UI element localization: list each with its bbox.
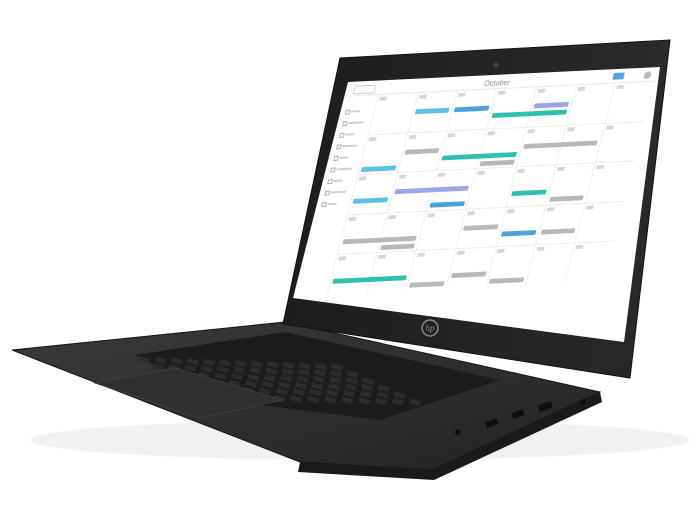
calendar-event[interactable] [450, 271, 487, 279]
audio-jack [580, 399, 586, 405]
day-number [338, 256, 347, 262]
day-number [437, 172, 446, 177]
sidebar-calendar-item[interactable] [330, 167, 352, 173]
sidebar-item-label [327, 202, 337, 206]
sidebar-calendar-item[interactable] [341, 120, 364, 127]
day-number [616, 84, 625, 90]
day-number [477, 170, 486, 176]
day-number [377, 254, 386, 260]
day-number [348, 216, 357, 221]
sidebar-calendar-item[interactable] [327, 178, 343, 185]
day-number [456, 251, 466, 256]
calendar-event[interactable] [404, 147, 440, 155]
calendar-event[interactable] [479, 159, 515, 166]
today-button[interactable]: · [352, 84, 377, 95]
day-number [427, 212, 436, 218]
calendar-event[interactable] [360, 165, 397, 172]
day-number [575, 245, 584, 250]
power-port [455, 429, 461, 435]
day-number [606, 124, 615, 130]
day-number [408, 134, 417, 139]
calendar-month-grid [327, 80, 656, 295]
calendar-event[interactable] [540, 227, 576, 235]
calendar-event[interactable] [463, 224, 499, 231]
calendar-event[interactable] [548, 195, 584, 203]
sidebar-calendar-item[interactable] [333, 155, 349, 161]
calendar-event[interactable] [352, 197, 388, 204]
view-switch-button[interactable] [612, 72, 625, 80]
sidebar-item-label [341, 144, 358, 148]
sidebar-item-label [336, 167, 352, 171]
day-number [536, 247, 545, 252]
day-number [378, 96, 388, 101]
day-number [418, 94, 427, 99]
calendar-event[interactable] [379, 243, 416, 250]
calendar-event[interactable] [409, 281, 445, 288]
avatar[interactable] [642, 71, 653, 80]
day-number [585, 205, 595, 210]
day-number [458, 92, 467, 97]
sidebar-item-label [333, 179, 343, 182]
day-number [497, 90, 506, 95]
calendar-event[interactable] [500, 229, 537, 237]
calendar-event[interactable] [533, 101, 569, 109]
day-number [596, 165, 605, 170]
grid-column-line [564, 82, 617, 283]
sidebar-calendar-item[interactable] [336, 144, 358, 150]
day-number [447, 132, 457, 137]
day-number [506, 209, 515, 214]
day-number [516, 168, 526, 174]
calendar-event[interactable] [488, 277, 524, 285]
calendar-event[interactable] [510, 189, 547, 197]
sidebar-calendar-item[interactable] [338, 132, 355, 138]
sidebar-item-label [330, 190, 347, 194]
sidebar-item-label [350, 110, 361, 113]
day-number [467, 210, 476, 216]
sidebar-calendar-item[interactable] [324, 190, 347, 196]
webcam [493, 62, 499, 68]
day-number [537, 88, 546, 93]
day-number [546, 207, 555, 212]
day-number [556, 166, 565, 172]
hp-logo-text: hp [426, 323, 436, 333]
day-number [368, 136, 377, 141]
day-number [527, 128, 536, 134]
calendar-event[interactable] [429, 201, 466, 208]
day-number [576, 86, 586, 92]
calendar-app-screen: · October [296, 69, 658, 296]
calendar-event[interactable] [454, 105, 490, 113]
sidebar-item-label [347, 121, 364, 125]
month-title: October [483, 78, 512, 88]
day-number [566, 126, 575, 132]
sidebar-item-label [339, 156, 349, 159]
day-number [398, 174, 407, 179]
day-number [496, 249, 505, 254]
sidebar-item-label [344, 133, 355, 136]
laptop-product-photo: hp · October [0, 0, 700, 525]
day-number [417, 252, 426, 258]
sidebar-calendar-item[interactable] [321, 201, 337, 208]
day-number [387, 214, 397, 220]
calendar-event[interactable] [414, 107, 450, 115]
sidebar-calendar-item[interactable] [344, 109, 361, 115]
day-number [358, 176, 367, 181]
day-number [487, 130, 496, 135]
